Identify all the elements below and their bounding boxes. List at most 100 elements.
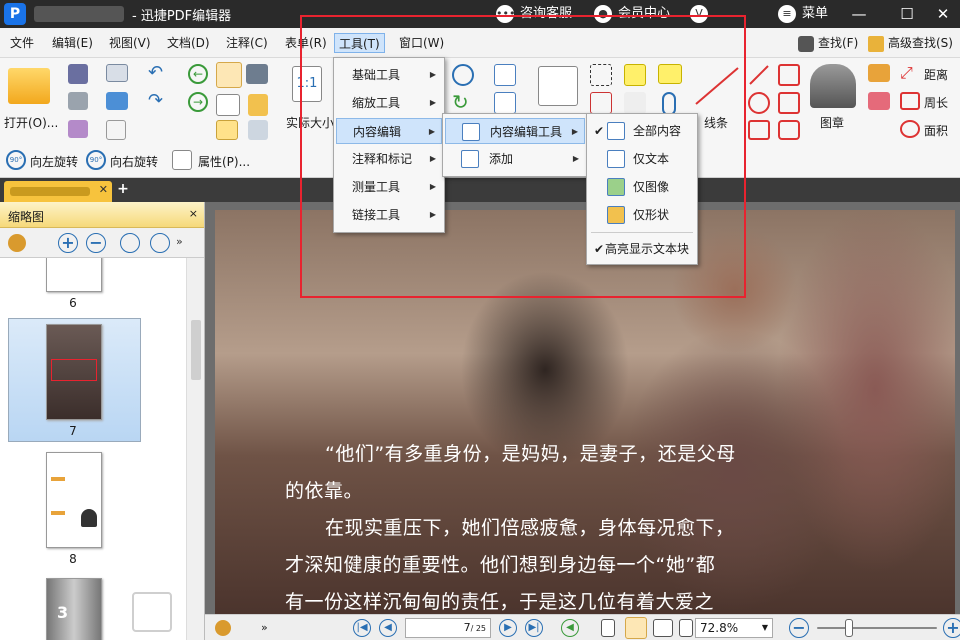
select-area-icon[interactable] xyxy=(216,120,238,140)
print-icon[interactable] xyxy=(68,92,88,110)
rotate-right-icon[interactable]: 90° xyxy=(86,150,106,170)
eraser-icon[interactable] xyxy=(868,92,890,110)
next-page-button[interactable]: ▶ xyxy=(499,619,517,637)
menu-view[interactable]: 视图(V) xyxy=(105,33,155,53)
history-back-button[interactable]: ◀ xyxy=(561,619,579,637)
zoom-in-thumb-icon[interactable]: + xyxy=(58,233,78,253)
actual-size-icon[interactable]: 1:1 xyxy=(292,66,322,102)
typewriter-icon[interactable] xyxy=(590,92,612,114)
menu-document[interactable]: 文档(D) xyxy=(163,33,214,53)
text-only-option[interactable]: 仅文本 xyxy=(589,146,695,172)
gear-icon[interactable] xyxy=(8,234,26,252)
rotate-left-button[interactable]: 向左旋转 xyxy=(30,153,78,170)
vip-icon-button[interactable]: V xyxy=(690,4,714,24)
shape-only-option[interactable]: 仅形状 xyxy=(589,202,695,228)
thumbnail-page-9[interactable]: 3 xyxy=(46,578,102,640)
settings-gear-icon[interactable] xyxy=(215,620,231,636)
back-icon[interactable]: ← xyxy=(188,64,208,84)
rotate-right-button[interactable]: 向右旋转 xyxy=(110,153,158,170)
edit-content-icon[interactable] xyxy=(494,64,516,86)
copy-icon[interactable] xyxy=(248,120,268,140)
zoom-out-button[interactable]: − xyxy=(789,618,809,638)
zoom-in-button[interactable]: + xyxy=(943,618,960,638)
rotate-right-thumb-icon[interactable] xyxy=(150,233,170,253)
perimeter-label[interactable]: 周长 xyxy=(924,94,948,111)
paste-icon[interactable] xyxy=(248,94,268,116)
all-content-option[interactable]: ✔ 全部内容 xyxy=(589,118,695,144)
stamp-label[interactable]: 图章 xyxy=(820,114,844,131)
document-tab[interactable]: ✕ xyxy=(4,181,112,202)
menu-comment[interactable]: 注释(C) xyxy=(222,33,272,53)
single-page-icon[interactable] xyxy=(601,619,615,637)
text-box-icon[interactable] xyxy=(590,64,612,86)
edit-document-icon[interactable] xyxy=(538,66,578,106)
zoom-dropdown-icon[interactable]: ▼ xyxy=(762,619,768,637)
thumbnail-page-7[interactable] xyxy=(46,324,102,420)
panel-close-icon[interactable]: × xyxy=(189,207,198,220)
select-text-icon[interactable] xyxy=(216,94,240,116)
properties-button[interactable]: 属性(P)... xyxy=(198,153,250,170)
maximize-button[interactable]: ☐ xyxy=(896,3,918,25)
open-folder-icon[interactable] xyxy=(8,68,50,104)
zoom-slider-track[interactable] xyxy=(817,627,937,629)
line-icon[interactable] xyxy=(694,66,740,106)
lines-label[interactable]: 线条 xyxy=(704,114,728,131)
last-page-button[interactable]: ▶| xyxy=(525,619,543,637)
rotate-left-thumb-icon[interactable] xyxy=(120,233,140,253)
rotate-left-icon[interactable]: 90° xyxy=(6,150,26,170)
rectangle-icon[interactable] xyxy=(748,120,770,140)
menu-form[interactable]: 表单(R) xyxy=(281,33,331,53)
tools-menu-link[interactable]: 链接工具 ▶ xyxy=(336,202,442,228)
area-icon[interactable] xyxy=(900,120,920,138)
two-page-icon[interactable] xyxy=(653,619,673,637)
menu-edit[interactable]: 编辑(E) xyxy=(48,33,97,53)
polygon-icon[interactable] xyxy=(778,64,800,86)
member-center-button[interactable]: ● 会员中心 xyxy=(594,4,670,24)
scrollbar-thumb[interactable] xyxy=(191,320,201,380)
first-page-button[interactable]: |◀ xyxy=(353,619,371,637)
cloud-icon[interactable] xyxy=(778,120,800,140)
ellipse-icon[interactable] xyxy=(748,92,770,114)
snapshot-icon[interactable] xyxy=(246,64,268,84)
distance-label[interactable]: 距离 xyxy=(924,66,948,83)
two-page-continuous-icon[interactable] xyxy=(679,619,693,637)
pentagon-icon[interactable] xyxy=(778,92,800,114)
zoom-out-thumb-icon[interactable]: − xyxy=(86,233,106,253)
image-only-option[interactable]: 仅图像 xyxy=(589,174,695,200)
close-button[interactable]: ✕ xyxy=(932,3,954,25)
export-icon[interactable] xyxy=(68,120,88,138)
note-icon[interactable] xyxy=(658,64,682,84)
tab-close-icon[interactable]: ✕ xyxy=(99,183,108,196)
distance-icon[interactable]: ⤢ xyxy=(900,64,920,82)
perimeter-icon[interactable] xyxy=(900,92,920,110)
more-icon[interactable]: » xyxy=(176,235,186,249)
menu-file[interactable]: 文件 xyxy=(6,33,38,53)
menu-tools[interactable]: 工具(T) xyxy=(334,33,385,53)
minimize-button[interactable]: — xyxy=(848,3,870,25)
zoom-slider-handle[interactable] xyxy=(845,619,853,637)
highlight-text-blocks-option[interactable]: ✔ 高亮显示文本块 xyxy=(589,236,695,262)
undo-icon[interactable]: ↶ xyxy=(148,64,168,82)
expand-icon[interactable]: » xyxy=(261,621,271,635)
tools-menu-zoom[interactable]: 缩放工具 ▶ xyxy=(336,90,442,116)
thumbnail-page-6[interactable] xyxy=(46,258,102,292)
menu-window[interactable]: 窗口(W) xyxy=(395,33,448,53)
scan-icon[interactable] xyxy=(106,92,128,110)
properties-icon[interactable] xyxy=(172,150,192,170)
add-text-icon[interactable] xyxy=(494,92,516,114)
save-icon[interactable] xyxy=(68,64,88,84)
arrow-icon[interactable] xyxy=(748,64,770,86)
find-button[interactable]: 查找(F) xyxy=(798,33,858,53)
thumbnail-scrollbar[interactable] xyxy=(186,258,204,640)
email-icon[interactable] xyxy=(106,64,128,82)
new-tab-icon[interactable]: + xyxy=(116,182,130,196)
tools-menu-measure[interactable]: 测量工具 ▶ xyxy=(336,174,442,200)
open-label[interactable]: 打开(O)... xyxy=(4,114,58,131)
main-menu-button[interactable]: ≡ 菜单 xyxy=(778,4,828,24)
content-edit-tool-item[interactable]: 内容编辑工具 ▶ xyxy=(445,118,585,144)
stamp-icon[interactable] xyxy=(810,64,856,108)
tools-menu-annotations[interactable]: 注释和标记 ▶ xyxy=(336,146,442,172)
page-number-input[interactable]: 7/ 25 xyxy=(405,618,491,638)
zoom-level-input[interactable]: 72.8% ▼ xyxy=(695,618,773,638)
new-document-icon[interactable] xyxy=(106,120,126,140)
